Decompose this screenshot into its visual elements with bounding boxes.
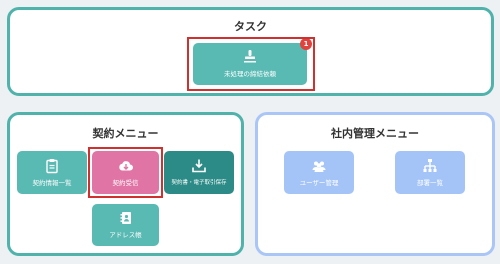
- department-list-label: 部署一覧: [417, 178, 443, 187]
- user-management-button[interactable]: ユーザー管理: [284, 151, 354, 194]
- internal-management-title: 社内管理メニュー: [331, 127, 419, 140]
- contract-storage-label: 契約書・電子取引保存: [171, 180, 227, 187]
- org-chart-icon: [423, 158, 437, 172]
- contract-list-label: 契約情報一覧: [32, 178, 72, 187]
- tray-download-icon: [192, 159, 206, 173]
- users-icon: [312, 161, 326, 172]
- task-panel-title: タスク: [234, 20, 267, 33]
- address-book-button[interactable]: アドレス帳: [92, 204, 159, 246]
- contract-storage-button[interactable]: 契約書・電子取引保存: [164, 151, 234, 194]
- address-book-icon: [120, 212, 131, 225]
- contract-list-button[interactable]: 契約情報一覧: [17, 151, 87, 194]
- user-management-label: ユーザー管理: [299, 178, 339, 187]
- cloud-download-icon: [118, 161, 133, 171]
- contract-receive-button[interactable]: 契約受信: [92, 151, 159, 194]
- pending-signing-requests-label: 未処理の締結依頼: [224, 70, 276, 79]
- stamp-icon: [244, 50, 256, 63]
- notification-badge: 1: [300, 38, 312, 50]
- pending-signing-requests-button[interactable]: 未処理の締結依頼: [193, 43, 307, 85]
- contract-menu-title: 契約メニュー: [92, 127, 159, 140]
- clipboard-icon: [46, 158, 58, 174]
- department-list-button[interactable]: 部署一覧: [395, 151, 465, 194]
- contract-receive-label: 契約受信: [112, 178, 139, 187]
- address-book-label: アドレス帳: [109, 231, 142, 240]
